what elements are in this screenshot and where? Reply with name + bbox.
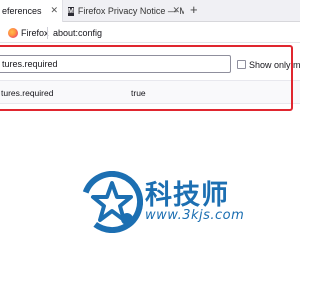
mozilla-favicon-icon: M: [68, 6, 74, 16]
show-only-modified-checkbox[interactable]: [237, 60, 246, 69]
plus-icon[interactable]: +: [190, 3, 198, 17]
identity-box[interactable]: Firefox: [8, 26, 49, 40]
identity-label: Firefox: [21, 28, 49, 38]
pref-value: true: [131, 88, 146, 98]
tab-strip: eferences ✕ M Firefox Privacy Notice — M…: [0, 0, 300, 22]
watermark-logo: 科技师 www.3kjs.com: [81, 171, 245, 235]
pref-name: tures.required: [1, 88, 54, 98]
close-icon[interactable]: ✕: [172, 5, 180, 16]
search-row: tures.required Show only m: [0, 50, 301, 73]
star-logo-icon: [81, 171, 143, 233]
table-row[interactable]: tures.required true: [0, 80, 300, 104]
watermark-url: www.3kjs.com: [145, 208, 245, 223]
firefox-logo-icon: [8, 28, 18, 38]
url-text[interactable]: about:config: [53, 28, 102, 38]
tab-preferences[interactable]: eferences ✕: [0, 0, 63, 22]
tab-title: Firefox Privacy Notice — Mo: [77, 6, 184, 16]
close-icon[interactable]: ✕: [50, 5, 58, 16]
tab-title: eferences: [2, 6, 42, 16]
search-input[interactable]: tures.required: [0, 55, 231, 73]
url-bar[interactable]: Firefox about:config: [0, 23, 300, 43]
tab-privacy-notice[interactable]: M Firefox Privacy Notice — Mo ✕: [64, 0, 184, 22]
show-only-modified-label: Show only m: [249, 60, 301, 70]
watermark-title: 科技师: [145, 180, 229, 211]
url-divider: [47, 27, 48, 39]
